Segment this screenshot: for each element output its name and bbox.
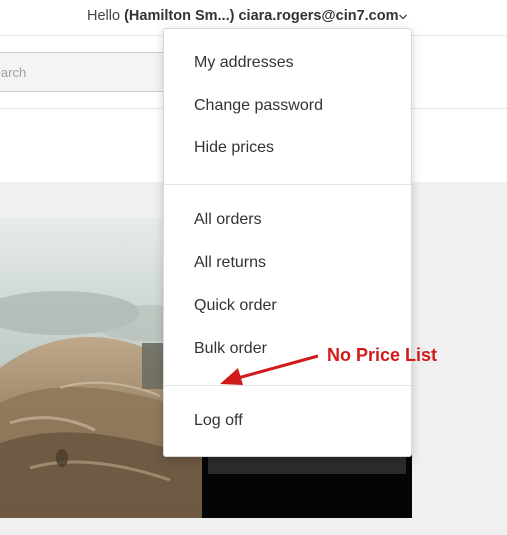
- annotation-label: No Price List: [327, 345, 438, 365]
- red-arrow-icon: [220, 354, 319, 385]
